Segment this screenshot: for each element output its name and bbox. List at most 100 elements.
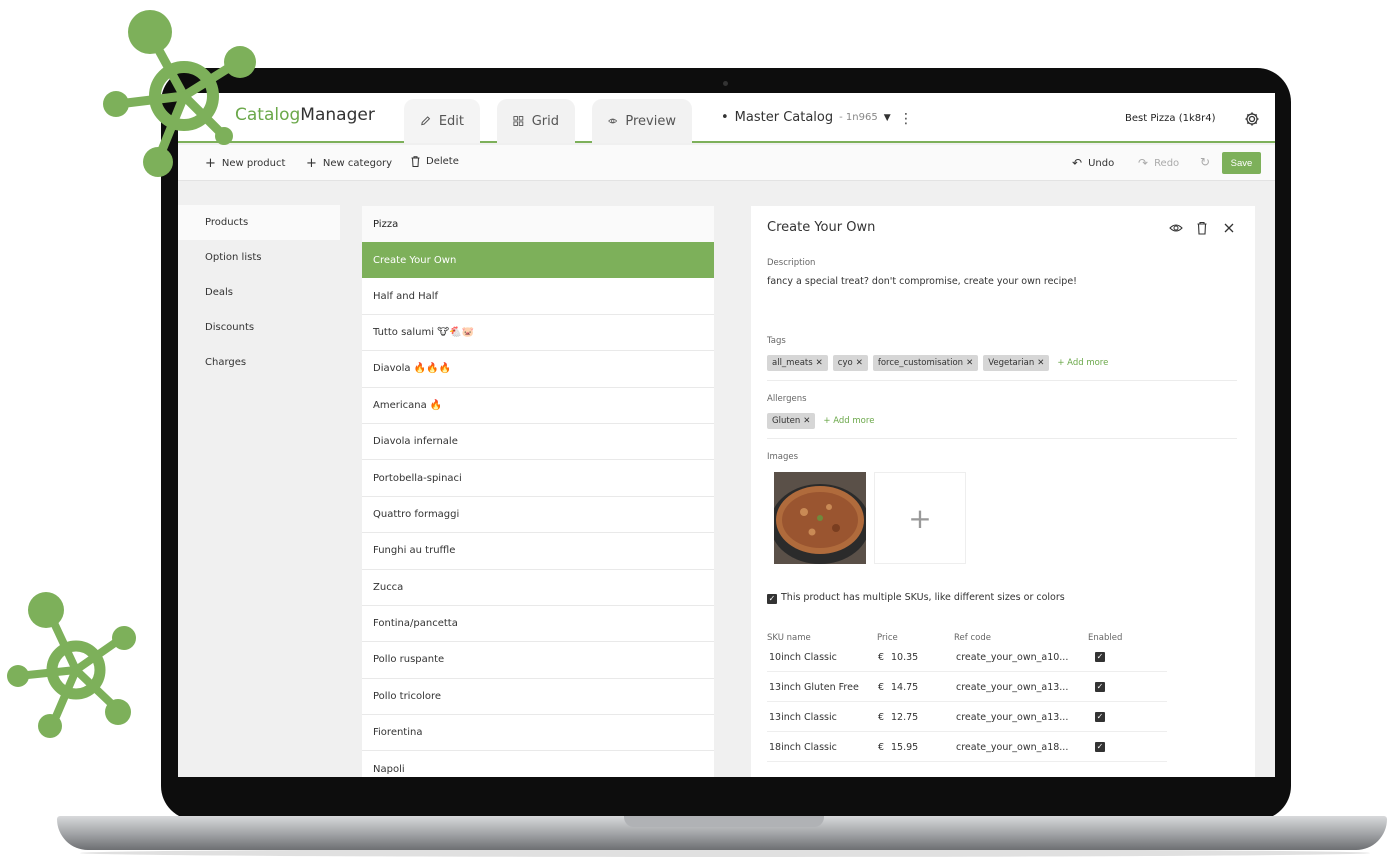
list-item[interactable]: Zucca <box>362 570 714 606</box>
eye-icon[interactable] <box>1169 221 1183 235</box>
eye-icon <box>608 118 618 124</box>
list-item[interactable]: Fontina/pancetta <box>362 606 714 643</box>
list-item[interactable]: Diavola 🔥🔥🔥 <box>362 351 714 388</box>
pizza-image <box>774 472 866 564</box>
category-header[interactable]: Pizza <box>362 206 714 242</box>
tab-edit-label: Edit <box>438 113 464 129</box>
add-allergen-link[interactable]: + Add more <box>823 416 874 426</box>
gear-icon[interactable] <box>1244 111 1260 127</box>
list-item[interactable]: Americana 🔥 <box>362 388 714 424</box>
bullet-icon: • <box>721 110 729 125</box>
sku-price[interactable]: 12.75 <box>891 712 918 723</box>
delete-button[interactable]: Delete <box>411 156 459 167</box>
list-item[interactable]: Create Your Own <box>362 242 714 279</box>
laptop-shadow <box>80 849 1370 857</box>
remove-icon[interactable]: ✕ <box>1037 358 1044 368</box>
refresh-icon[interactable]: ↻ <box>1200 155 1210 169</box>
list-item[interactable]: Portobella-spinaci <box>362 460 714 497</box>
sku-enabled-checkbox[interactable]: ✓ <box>1095 712 1105 722</box>
remove-icon[interactable]: ✕ <box>803 416 810 426</box>
list-item[interactable]: Funghi au truffle <box>362 533 714 570</box>
undo-button[interactable]: ↶ Undo <box>1072 156 1114 170</box>
kebab-menu-icon[interactable]: ⋮ <box>899 111 913 127</box>
sidebar-item-products[interactable]: Products <box>178 205 340 240</box>
list-item[interactable]: Pollo ruspante <box>362 642 714 679</box>
undo-label: Undo <box>1088 157 1115 169</box>
sidebar-item-option-lists[interactable]: Option lists <box>178 240 340 275</box>
table-row: 13inch Gluten Free € 14.75 create_your_o… <box>767 672 1167 702</box>
redo-button[interactable]: ↷ Redo <box>1138 156 1179 170</box>
list-item[interactable]: Fiorentina <box>362 715 714 752</box>
sku-name[interactable]: 13inch Gluten Free <box>769 682 859 693</box>
table-row: 13inch Classic € 12.75 create_your_own_a… <box>767 702 1167 732</box>
allergens-label: Allergens <box>767 394 807 404</box>
tag-chip[interactable]: all_meats ✕ <box>767 355 828 371</box>
trash-icon[interactable] <box>1195 221 1209 235</box>
plus-icon: + <box>908 501 932 535</box>
currency-symbol: € <box>878 712 885 723</box>
allergen-chip[interactable]: Gluten ✕ <box>767 413 816 429</box>
new-category-button[interactable]: + New category <box>306 156 392 171</box>
add-tag-link[interactable]: + Add more <box>1057 358 1108 368</box>
laptop-notch <box>624 816 824 827</box>
tag-chip[interactable]: Vegetarian ✕ <box>983 355 1050 371</box>
allergens-list: Gluten ✕ + Add more <box>767 413 874 429</box>
tab-grid[interactable]: Grid <box>497 99 575 143</box>
store-name[interactable]: Best Pizza (1k8r4) <box>1125 113 1216 124</box>
currency-symbol: € <box>878 652 885 663</box>
sidebar-item-deals[interactable]: Deals <box>178 275 340 310</box>
sku-ref[interactable]: create_your_own_a18... <box>956 742 1068 753</box>
list-item[interactable]: Half and Half <box>362 278 714 315</box>
tag-chip[interactable]: cyo ✕ <box>832 355 868 371</box>
list-item[interactable]: Pollo tricolore <box>362 679 714 716</box>
sku-ref[interactable]: create_your_own_a13... <box>956 712 1068 723</box>
close-icon[interactable] <box>1222 221 1236 235</box>
list-item[interactable]: Napoli <box>362 751 714 777</box>
sidebar-item-discounts[interactable]: Discounts <box>178 310 340 345</box>
sidebar-item-charges[interactable]: Charges <box>178 345 340 380</box>
sidebar: Products Option lists Deals Discounts Ch… <box>178 205 340 380</box>
sku-price[interactable]: 15.95 <box>891 742 918 753</box>
sku-ref[interactable]: create_your_own_a10... <box>956 652 1068 663</box>
sku-ref[interactable]: create_your_own_a13... <box>956 682 1068 693</box>
remove-icon[interactable]: ✕ <box>966 358 973 368</box>
remove-icon[interactable]: ✕ <box>856 358 863 368</box>
remove-icon[interactable]: ✕ <box>816 358 823 368</box>
divider <box>767 438 1237 439</box>
currency-symbol: € <box>878 742 885 753</box>
divider <box>767 380 1237 381</box>
molecule-decoration-icon <box>7 592 136 738</box>
tag-chip[interactable]: force_customisation ✕ <box>872 355 979 371</box>
add-image-button[interactable]: + <box>874 472 966 564</box>
list-item[interactable]: Quattro formaggi <box>362 497 714 534</box>
sku-price[interactable]: 14.75 <box>891 682 918 693</box>
currency-symbol: € <box>878 682 885 693</box>
app-screen: CatalogManager Edit Grid Preview • Maste… <box>178 93 1275 777</box>
product-title: Create Your Own <box>767 220 876 235</box>
catalog-id: - 1n965 <box>839 112 878 123</box>
multi-sku-checkbox[interactable]: ✓ <box>767 594 777 604</box>
sku-enabled-checkbox[interactable]: ✓ <box>1095 742 1105 752</box>
caret-down-icon: ▼ <box>883 112 891 123</box>
redo-label: Redo <box>1154 157 1180 169</box>
tab-edit[interactable]: Edit <box>404 99 480 143</box>
tags-label: Tags <box>767 336 786 346</box>
catalog-selector[interactable]: • Master Catalog - 1n965 ▼ <box>721 110 891 125</box>
tab-preview[interactable]: Preview <box>592 99 692 143</box>
description-field[interactable]: fancy a special treat? don't compromise,… <box>767 276 1077 287</box>
list-item[interactable]: Diavola infernale <box>362 424 714 461</box>
save-button[interactable]: Save <box>1222 152 1261 174</box>
sku-name[interactable]: 13inch Classic <box>769 712 837 723</box>
molecule-decoration-icon <box>103 10 256 177</box>
product-image[interactable] <box>774 472 866 564</box>
list-item[interactable]: Tutto salumi 🐮🐔🐷 <box>362 315 714 352</box>
pencil-icon <box>421 116 431 126</box>
sku-enabled-checkbox[interactable]: ✓ <box>1095 682 1105 692</box>
sku-price[interactable]: 10.35 <box>891 652 918 663</box>
tags-list: all_meats ✕ cyo ✕ force_customisation ✕ Veg… <box>767 355 1108 371</box>
table-row: 18inch Classic € 15.95 create_your_own_a… <box>767 732 1167 762</box>
product-detail-panel: Create Your Own Description fancy a spec… <box>751 206 1255 777</box>
sku-name[interactable]: 18inch Classic <box>769 742 837 753</box>
sku-name[interactable]: 10inch Classic <box>769 652 837 663</box>
sku-enabled-checkbox[interactable]: ✓ <box>1095 652 1105 662</box>
